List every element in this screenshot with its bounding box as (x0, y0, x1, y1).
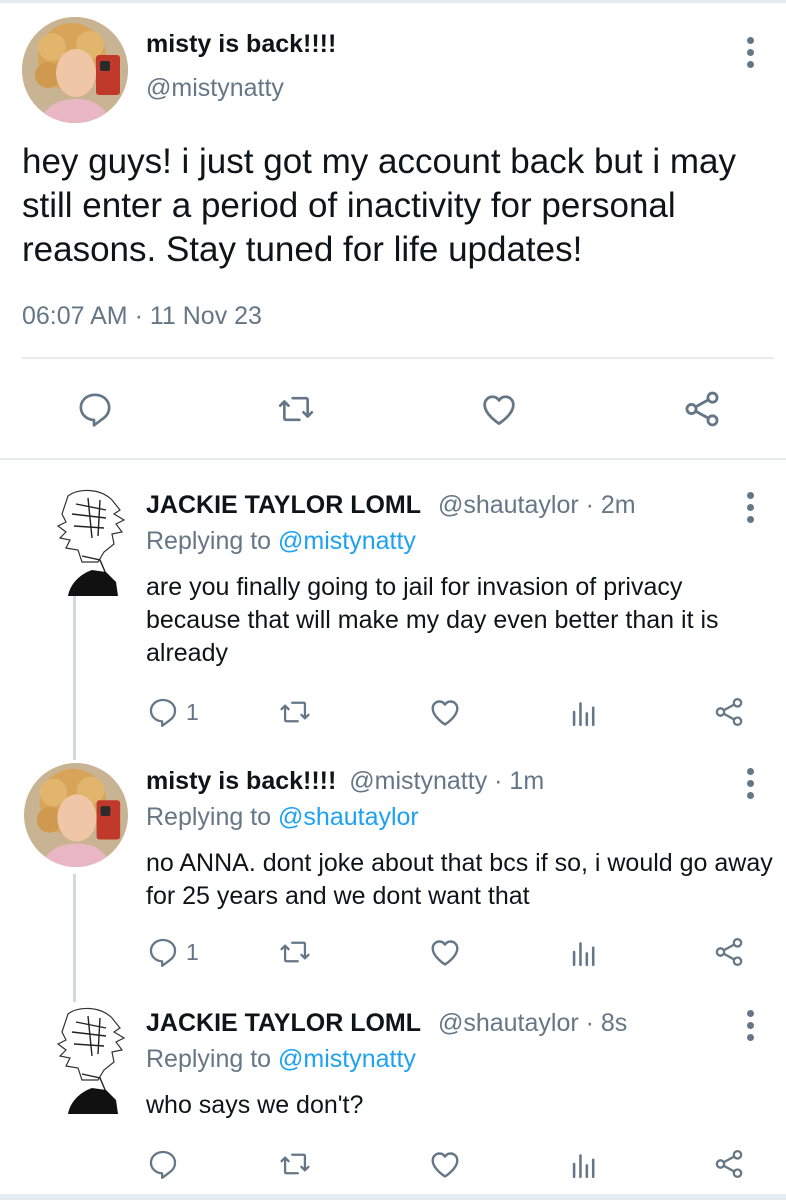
reply-display-name[interactable]: misty is back!!!! (146, 767, 336, 795)
avatar[interactable] (22, 17, 128, 123)
reply-icon (146, 935, 180, 969)
reply-text: are you finally going to jail for invasi… (146, 573, 719, 667)
more-options-icon[interactable] (738, 1005, 762, 1045)
reply-meta[interactable]: @shautaylor · 2m (438, 491, 636, 519)
section-divider (0, 458, 786, 460)
like-icon (478, 388, 520, 430)
analytics-icon (567, 695, 601, 729)
replying-to: Replying to @shautaylor (146, 803, 419, 832)
divider (22, 357, 774, 359)
retweet-icon (278, 1147, 312, 1181)
replying-to-link[interactable]: @shautaylor (278, 803, 419, 831)
top-divider (0, 0, 786, 3)
retweet-icon (276, 389, 316, 429)
like-button[interactable] (427, 694, 463, 730)
retweet-icon (278, 695, 312, 729)
thread-line (73, 596, 76, 760)
share-button[interactable] (712, 934, 746, 970)
more-options-icon[interactable] (738, 32, 762, 72)
replying-to-prefix: Replying to (146, 1045, 272, 1073)
replying-to-prefix: Replying to (146, 803, 272, 831)
reply-button[interactable] (146, 1146, 180, 1182)
reply-text: who says we don't? (146, 1091, 364, 1119)
replying-to-prefix: Replying to (146, 527, 272, 555)
avatar[interactable] (24, 763, 128, 867)
replying-to-link[interactable]: @mistynatty (278, 1045, 416, 1073)
share-icon (712, 935, 746, 969)
avatar[interactable] (48, 1004, 138, 1114)
analytics-icon (567, 935, 601, 969)
replying-to: Replying to @mistynatty (146, 527, 416, 556)
reply-display-name[interactable]: JACKIE TAYLOR LOML (146, 1009, 421, 1037)
avatar[interactable] (48, 486, 138, 596)
reply-meta[interactable]: @mistynatty · 1m (349, 767, 544, 795)
thread-line (73, 874, 76, 1002)
share-icon (712, 1147, 746, 1181)
retweet-icon (278, 935, 312, 969)
share-button[interactable] (680, 387, 724, 431)
reply-button[interactable]: 1 (146, 934, 199, 970)
more-options-icon[interactable] (738, 763, 762, 803)
user-handle[interactable]: @mistynatty (146, 74, 284, 103)
bottom-divider (0, 1194, 786, 1200)
like-icon (427, 1146, 463, 1182)
reply-text: no ANNA. dont joke about that bcs if so,… (146, 849, 773, 910)
like-icon (427, 694, 463, 730)
retweet-button[interactable] (278, 934, 312, 970)
reply-meta[interactable]: @shautaylor · 8s (438, 1009, 627, 1037)
like-icon (427, 934, 463, 970)
share-icon (681, 388, 723, 430)
reply-count: 1 (186, 938, 199, 965)
reply-icon (146, 1147, 180, 1181)
share-button[interactable] (712, 694, 746, 730)
like-button[interactable] (427, 1146, 463, 1182)
reply-icon (146, 695, 180, 729)
reply-button[interactable]: 1 (146, 694, 199, 730)
reply-count: 1 (186, 698, 199, 725)
analytics-button[interactable] (567, 1146, 601, 1182)
share-icon (712, 695, 746, 729)
reply-display-name[interactable]: JACKIE TAYLOR LOML (146, 491, 421, 519)
analytics-button[interactable] (567, 694, 601, 730)
replying-to-link[interactable]: @mistynatty (278, 527, 416, 555)
tweet-timestamp[interactable]: 06:07 AM · 11 Nov 23 (22, 302, 262, 331)
display-name[interactable]: misty is back!!!! (146, 30, 336, 59)
reply-button[interactable] (73, 387, 117, 431)
tweet-text: hey guys! i just got my account back but… (22, 142, 736, 269)
retweet-button[interactable] (278, 694, 312, 730)
like-button[interactable] (427, 934, 463, 970)
share-button[interactable] (712, 1146, 746, 1182)
analytics-icon (567, 1147, 601, 1181)
like-button[interactable] (477, 387, 521, 431)
reply-icon (75, 389, 115, 429)
retweet-button[interactable] (278, 1146, 312, 1182)
replying-to: Replying to @mistynatty (146, 1045, 416, 1074)
more-options-icon[interactable] (738, 487, 762, 527)
analytics-button[interactable] (567, 934, 601, 970)
retweet-button[interactable] (274, 387, 318, 431)
